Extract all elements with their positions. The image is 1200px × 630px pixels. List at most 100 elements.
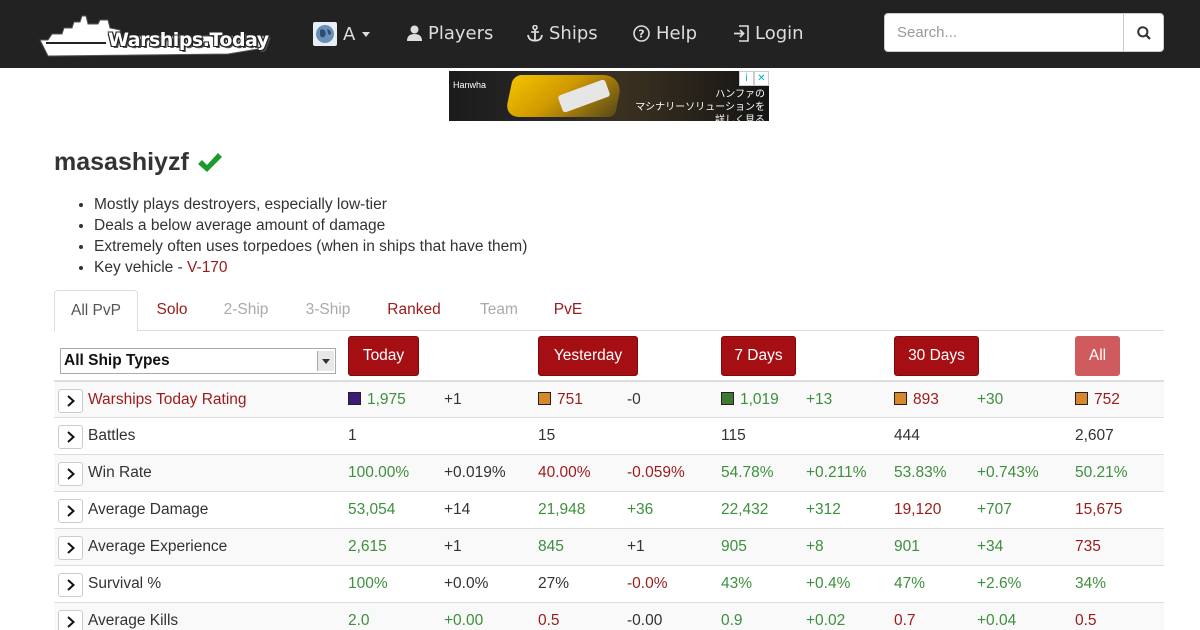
chevron-down-icon — [362, 31, 371, 37]
stat-cell: 15,675 — [1075, 492, 1122, 529]
stat-cell: 901 — [894, 529, 920, 566]
ad-text-line-1: ハンファの — [715, 89, 765, 100]
brand-logo[interactable]: Warships.Today — [38, 12, 278, 60]
tab-solo[interactable]: Solo — [144, 290, 200, 331]
stat-cell: 100.00% — [348, 455, 409, 492]
stat-label[interactable]: Warships Today Rating — [88, 382, 247, 419]
stat-value: 53,054 — [348, 501, 396, 518]
search-button[interactable] — [1123, 13, 1164, 52]
stat-value: -0 — [627, 391, 641, 408]
stat-cell: +2.6% — [977, 566, 1021, 603]
stat-value: 100% — [348, 575, 388, 592]
stat-value: 34% — [1075, 575, 1107, 592]
stat-cell: +14 — [444, 492, 470, 529]
ship-type-select[interactable]: All Ship Types — [60, 348, 336, 374]
expand-row-button[interactable] — [58, 425, 83, 449]
period-today-button[interactable]: Today — [348, 336, 419, 376]
table-row: Warships Today Rating 1,975 +1 751 -0 1,019 +1… — [54, 380, 1164, 417]
stat-value: 444 — [894, 427, 920, 444]
stat-cell: 47% — [894, 566, 925, 603]
trait-item: Deals a below average amount of damage — [94, 215, 527, 236]
stat-cell: 21,948 — [538, 492, 585, 529]
nav-help-label: Help — [656, 22, 698, 44]
globe-icon — [313, 22, 337, 46]
trait-item: Extremely often uses torpedoes (when in … — [94, 236, 527, 257]
stat-cell: +0.211% — [806, 455, 866, 492]
stat-value: 1,019 — [740, 391, 779, 408]
expand-row-button[interactable] — [58, 536, 83, 560]
period-7-days-button[interactable]: 7 Days — [721, 336, 796, 376]
stat-value: +0.04 — [977, 612, 1017, 629]
tab-2-ship[interactable]: 2-Ship — [214, 290, 278, 331]
stat-value: +0.743% — [977, 464, 1039, 481]
expand-row-button[interactable] — [58, 610, 83, 630]
nav-players[interactable]: Players — [407, 20, 493, 46]
expand-row-button[interactable] — [58, 573, 83, 597]
nav-login-label: Login — [755, 22, 804, 44]
nav-players-label: Players — [428, 22, 494, 44]
stat-cell: 43% — [721, 566, 752, 603]
stat-cell: 752 — [1075, 382, 1120, 419]
stat-cell: 34% — [1075, 566, 1106, 603]
tab-all-pvp[interactable]: All PvP — [54, 290, 138, 332]
stat-label: Average Damage — [88, 501, 209, 518]
stat-cell: +8 — [806, 529, 824, 566]
stat-value: +30 — [977, 391, 1004, 408]
table-row: Win Rate 100.00% +0.019% 40.00% -0.059% 54.78… — [54, 454, 1164, 491]
stat-value: +0.02 — [806, 612, 846, 629]
tab-ranked[interactable]: Ranked — [378, 290, 450, 331]
tab-team[interactable]: Team — [468, 290, 530, 331]
stat-cell: 0.5 — [1075, 603, 1097, 630]
stat-cell: +707 — [977, 492, 1012, 529]
period-yesterday-button[interactable]: Yesterday — [538, 336, 638, 376]
expand-row-button[interactable] — [58, 389, 83, 413]
stat-cell: 100% — [348, 566, 388, 603]
search-input[interactable] — [884, 13, 1124, 52]
stat-cell: +34 — [977, 529, 1003, 566]
stat-cell: +30 — [977, 382, 1003, 419]
stat-cell: +0.4% — [806, 566, 850, 603]
rating-swatch-icon — [894, 392, 907, 405]
check-icon — [197, 152, 222, 172]
period-all-button[interactable]: All — [1075, 336, 1120, 376]
stat-value: +0.0% — [444, 575, 489, 592]
nav-help[interactable]: ? Help — [633, 20, 697, 46]
expand-row-button[interactable] — [58, 462, 83, 486]
ad-close-icon[interactable]: ✕ — [754, 71, 769, 86]
key-vehicle-link[interactable]: V-170 — [187, 259, 228, 276]
table-row: Battles 1 15 115 444 2,607 — [54, 417, 1164, 454]
stat-value: -0.00 — [627, 612, 663, 629]
user-icon — [407, 25, 422, 41]
stat-cell: 50.21% — [1075, 455, 1128, 492]
stat-value: 752 — [1094, 391, 1120, 408]
top-navbar: Warships.Today A Players Ships ? Help Lo… — [0, 0, 1200, 68]
stat-value: 751 — [557, 391, 583, 408]
rating-swatch-icon — [348, 392, 361, 405]
ad-text-line-2: マシナリーソリューションを詳しく見る — [635, 102, 765, 121]
tab-pve[interactable]: PvE — [544, 290, 592, 331]
stat-cell: 53.83% — [894, 455, 947, 492]
stat-value: 40.00% — [538, 464, 591, 481]
period-30-days-button[interactable]: 30 Days — [894, 336, 979, 376]
nav-login[interactable]: Login — [733, 20, 804, 46]
nav-ships[interactable]: Ships — [527, 20, 598, 46]
player-name: masashiyzf — [54, 148, 223, 177]
svg-text:?: ? — [638, 27, 644, 40]
stat-cell: 2.0 — [348, 603, 370, 630]
stat-cell: +1 — [627, 529, 645, 566]
stat-value: +0.4% — [806, 575, 851, 592]
region-dropdown[interactable]: A — [313, 22, 371, 46]
ad-text: ハンファの マシナリーソリューションを詳しく見る — [635, 88, 765, 121]
question-circle-icon: ? — [633, 24, 650, 42]
stat-value: +0.211% — [806, 464, 867, 481]
trait-item: Mostly plays destroyers, especially low-… — [94, 194, 527, 215]
advertisement-banner[interactable]: Hanwha ハンファの マシナリーソリューションを詳しく見る i ✕ — [449, 71, 769, 121]
expand-row-button[interactable] — [58, 499, 83, 523]
ad-info-icon[interactable]: i — [739, 71, 754, 86]
stat-value: +0.019% — [444, 464, 506, 481]
ship-type-value: All Ship Types — [64, 352, 170, 369]
stat-value: 901 — [894, 538, 920, 555]
stat-value: +2.6% — [977, 575, 1022, 592]
region-label: A — [343, 23, 356, 45]
tab-3-ship[interactable]: 3-Ship — [296, 290, 360, 331]
